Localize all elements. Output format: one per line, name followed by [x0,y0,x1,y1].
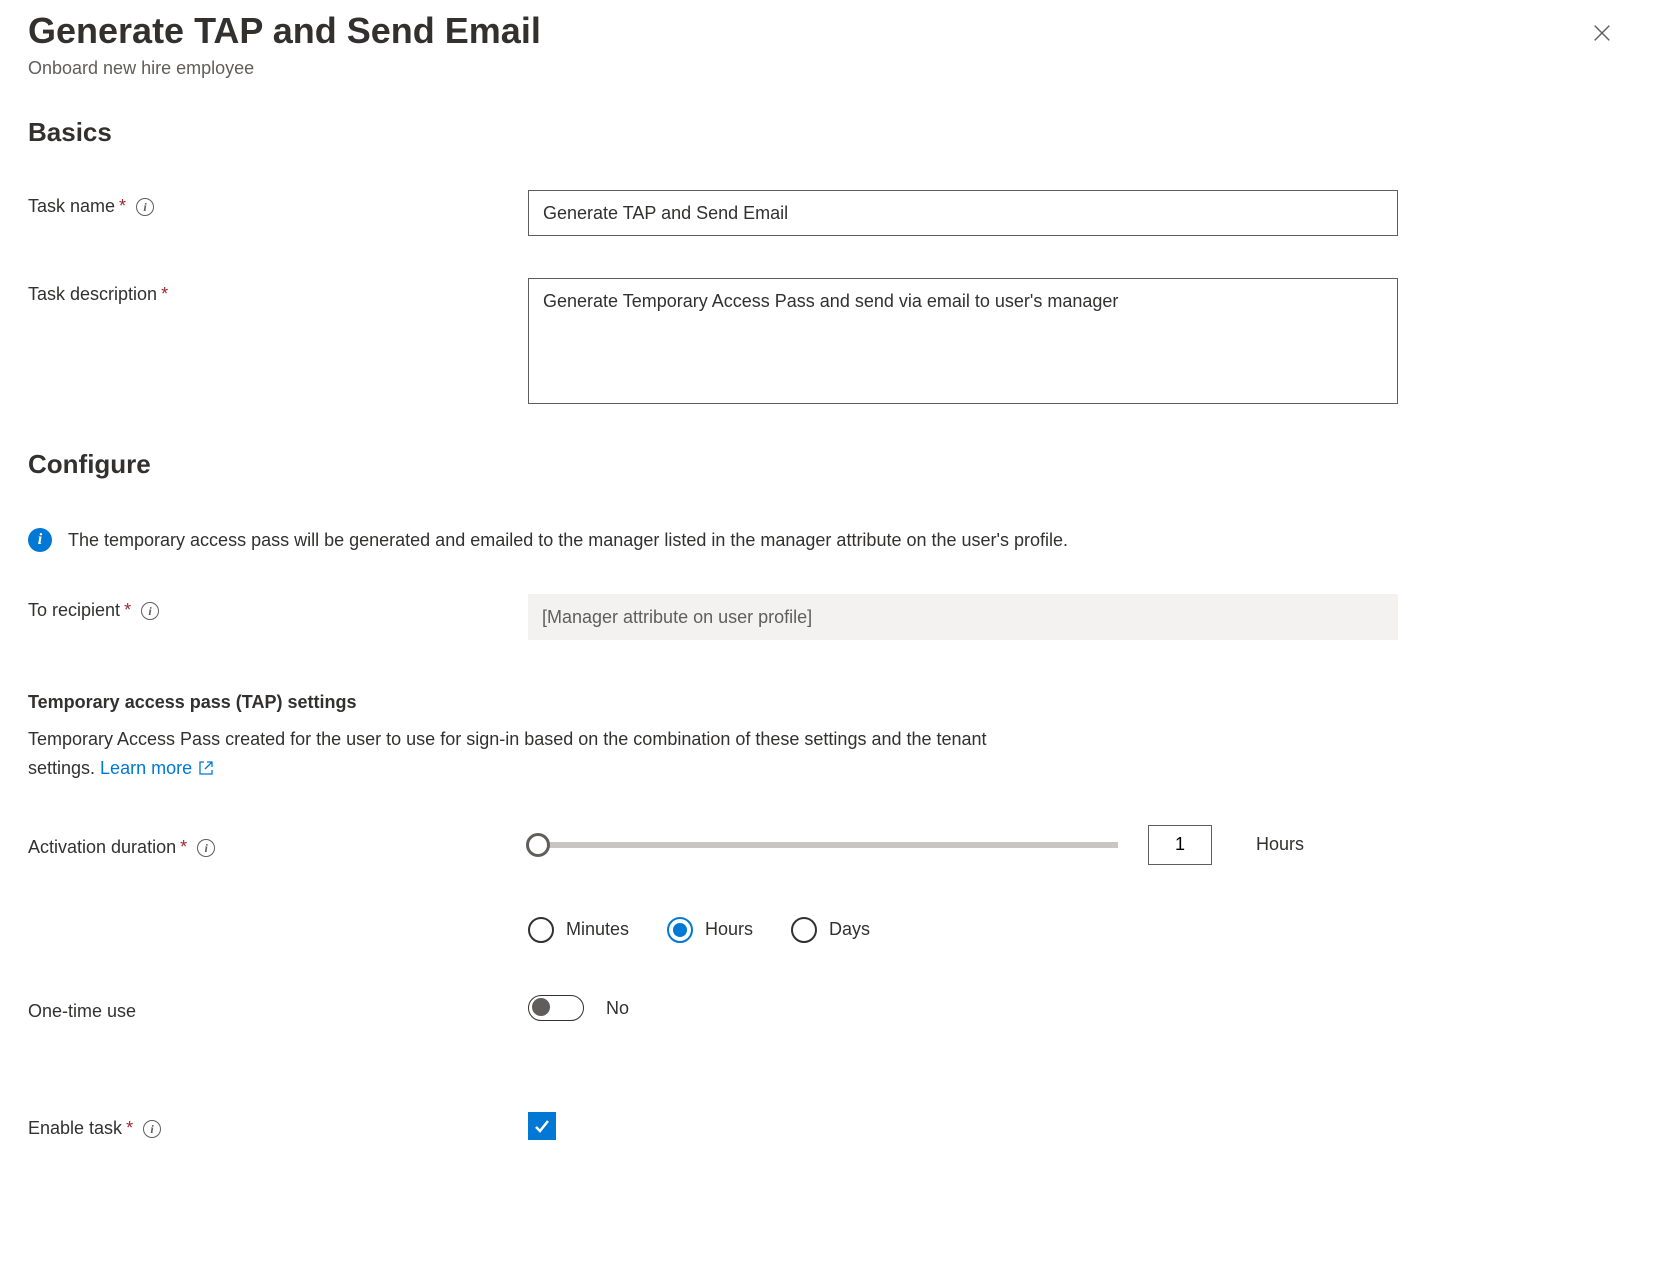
task-description-label: Task description * [28,278,528,305]
enable-task-checkbox[interactable] [528,1112,556,1140]
task-description-input[interactable] [528,278,1398,404]
to-recipient-field: [Manager attribute on user profile] [528,594,1398,640]
activation-duration-unit: Hours [1256,834,1304,855]
required-indicator: * [161,284,168,305]
page-subtitle: Onboard new hire employee [28,58,1625,79]
tap-settings-description: Temporary Access Pass created for the us… [28,725,1048,783]
required-indicator: * [124,600,131,621]
info-icon[interactable]: i [143,1120,161,1138]
info-icon-filled: i [28,528,52,552]
close-button[interactable] [1591,22,1613,47]
info-icon[interactable]: i [197,839,215,857]
section-heading-basics: Basics [28,117,1625,148]
enable-task-label: Enable task * i [28,1112,528,1139]
radio-days[interactable]: Days [791,917,870,943]
section-heading-configure: Configure [28,449,1625,480]
to-recipient-label: To recipient * i [28,594,528,621]
close-icon [1591,22,1613,44]
radio-minutes[interactable]: Minutes [528,917,629,943]
activation-duration-input[interactable] [1148,825,1212,865]
page-title: Generate TAP and Send Email [28,10,1625,52]
checkmark-icon [532,1116,552,1136]
one-time-use-value: No [606,998,629,1019]
external-link-icon [198,760,214,776]
learn-more-link[interactable]: Learn more [100,754,214,783]
slider-thumb[interactable] [526,833,550,857]
required-indicator: * [119,196,126,217]
radio-hours[interactable]: Hours [667,917,753,943]
one-time-use-toggle[interactable] [528,995,584,1021]
tap-settings-heading: Temporary access pass (TAP) settings [28,692,1625,713]
activation-duration-slider[interactable] [528,842,1118,848]
task-name-input[interactable] [528,190,1398,236]
info-icon[interactable]: i [136,198,154,216]
required-indicator: * [126,1118,133,1139]
info-icon[interactable]: i [141,602,159,620]
activation-duration-label: Activation duration * i [28,831,528,858]
required-indicator: * [180,837,187,858]
one-time-use-label: One-time use [28,995,528,1022]
task-name-label: Task name * i [28,190,528,217]
info-banner: i The temporary access pass will be gene… [28,528,1625,552]
